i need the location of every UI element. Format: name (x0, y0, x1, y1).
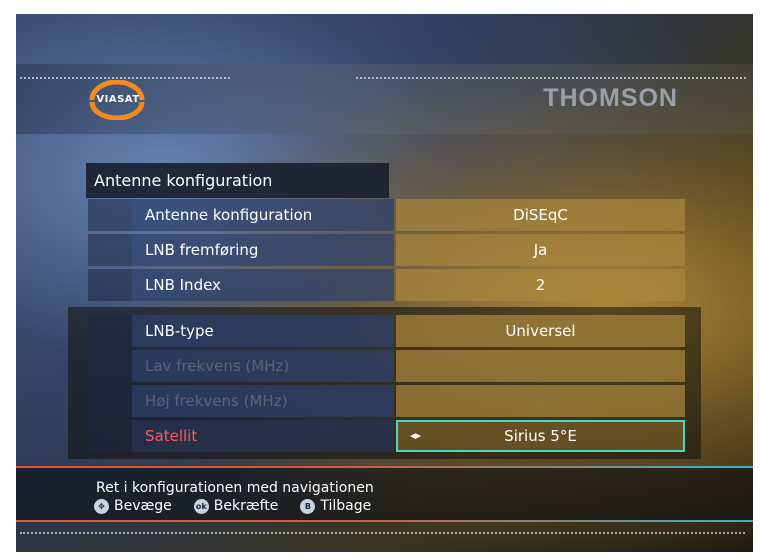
setting-row-antenne-konfiguration[interactable]: Antenne konfiguration DiSEqC (88, 199, 685, 231)
setting-value[interactable]: Universel (396, 315, 685, 347)
back-icon: B (300, 498, 316, 514)
panel-title: Antenne konfiguration (86, 163, 389, 198)
ok-icon: ok (193, 498, 209, 514)
setting-row-hoj-frekvens: Høj frekvens (MHz) 10600 (88, 385, 685, 417)
viasat-logo-text: VIASAT (96, 94, 140, 105)
setting-label: LNB-type (132, 315, 394, 347)
setting-value[interactable]: Ja (396, 234, 685, 266)
setting-row-lnb-index[interactable]: LNB Index 2 (88, 269, 685, 301)
help-key-legend: ✥ Bevæge ok Bekræfte B Tilbage (94, 498, 393, 514)
header-dotted-line (356, 77, 746, 81)
help-divider (16, 520, 753, 522)
setting-label: LNB Index (132, 269, 394, 301)
satellit-value: Sirius 5°E (504, 427, 577, 445)
setting-value: 09750 (396, 350, 685, 382)
key-navigate: ✥ Bevæge (94, 498, 172, 514)
setting-row-satellit[interactable]: Satellit ◂▸ Sirius 5°E (88, 420, 685, 452)
nav-icon: ✥ (94, 498, 109, 514)
setting-label: LNB fremføring (132, 234, 394, 266)
setting-row-lav-frekvens: Lav frekvens (MHz) 09750 (88, 350, 685, 382)
setting-label: Høj frekvens (MHz) (132, 385, 394, 417)
setting-label: Lav frekvens (MHz) (132, 350, 394, 382)
tv-screen: VIASAT THOMSON Antenne konfiguration Ant… (16, 14, 753, 552)
key-back: B Tilbage (300, 498, 371, 514)
key-ok: ok Bekræfte (193, 498, 278, 514)
setting-value[interactable]: DiSEqC (396, 199, 685, 231)
footer-dotted-line (20, 532, 745, 536)
setting-value[interactable]: 2 (396, 269, 685, 301)
setting-row-lnb-type[interactable]: LNB-type Universel (88, 315, 685, 347)
setting-label: Satellit (132, 420, 394, 452)
setting-value-selected[interactable]: ◂▸ Sirius 5°E (396, 420, 685, 452)
thomson-logo: THOMSON (543, 84, 678, 112)
help-text: Ret i konfigurationen med navigationen (96, 480, 374, 496)
setting-value: 10600 (396, 385, 685, 417)
setting-row-lnb-fremforing[interactable]: LNB fremføring Ja (88, 234, 685, 266)
setting-label: Antenne konfiguration (132, 199, 394, 231)
left-right-arrows-icon: ◂▸ (410, 429, 422, 442)
